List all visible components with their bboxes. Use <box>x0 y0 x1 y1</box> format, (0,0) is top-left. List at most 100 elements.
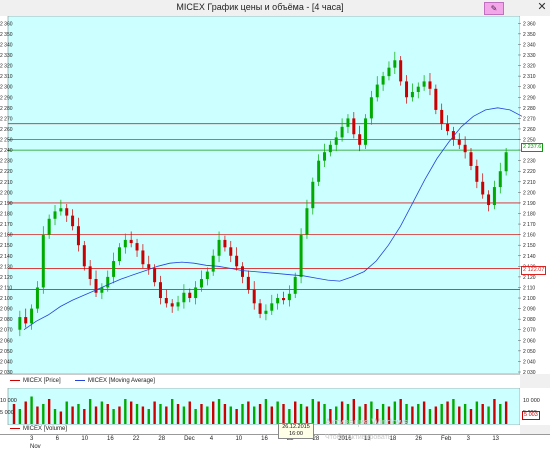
volume-bar <box>469 409 473 424</box>
time-tick-label: 16 <box>107 436 114 442</box>
volume-bar <box>417 404 420 424</box>
candle-body <box>229 247 233 256</box>
candle-body <box>364 118 368 145</box>
price-tick-left: 2 100 <box>0 296 13 302</box>
price-tick-left: 2 140 <box>0 254 13 260</box>
volume-bar <box>129 401 133 424</box>
legend-ma-label: MICEX [Moving Average] <box>88 378 155 384</box>
candle-body <box>428 81 432 89</box>
volume-bar <box>294 401 297 424</box>
price-tick-right: 2 030 <box>523 370 536 374</box>
price-tick-right: 2 280 <box>523 106 536 112</box>
time-tick-label: 10 <box>235 436 243 442</box>
candle-body <box>41 234 45 288</box>
pen-icon[interactable]: ✎ <box>484 2 504 15</box>
price-chart[interactable]: 2 360 2 350 2 340 2 330 2 320 2 310 2 300 2 290… <box>0 16 550 374</box>
price-tick-right: 2 300 <box>523 85 536 91</box>
price-tick-left: 2 210 <box>0 180 13 186</box>
price-tick-left: 2 180 <box>0 211 13 217</box>
close-icon[interactable]: ✕ <box>535 1 549 14</box>
candle-body <box>129 239 133 244</box>
tooltip-date: 26.12.2015 <box>282 424 310 430</box>
volume-chart[interactable]: 10 000 5 000 10 000 5 000 <box>0 388 550 425</box>
candle-body <box>416 86 420 92</box>
price-tick-right: 2 150 <box>523 243 536 249</box>
price-tick-right: 2 070 <box>523 328 536 334</box>
volume-bar <box>170 399 174 424</box>
volume-bar <box>282 404 285 424</box>
price-tick-right: 2 090 <box>523 307 536 313</box>
price-tick-right: 2 350 <box>523 32 536 38</box>
candle-body <box>235 255 239 267</box>
volume-bar <box>118 406 121 424</box>
price-tick-right: 2 100 <box>523 296 536 302</box>
candle-body <box>194 287 198 299</box>
price-tick-right: 2 360 <box>523 21 536 27</box>
candle-body <box>352 118 356 135</box>
activation-watermark-sub: Чтобы активировать <box>325 434 392 441</box>
price-tick-left: 2 230 <box>0 159 13 165</box>
volume-bar <box>135 404 139 424</box>
candle-body <box>217 239 221 256</box>
volume-bar <box>124 399 127 424</box>
candle-body <box>381 76 385 85</box>
candle-body <box>387 67 391 77</box>
price-tick-right: 2 050 <box>523 349 536 355</box>
price-tick-right: 2 210 <box>523 180 536 186</box>
candle-body <box>440 109 444 124</box>
price-tick-right: 2 140 <box>523 254 536 260</box>
legend-volume-label: MICEX [Volume] <box>23 426 68 432</box>
candle-body <box>246 276 250 290</box>
candle-body <box>252 289 256 304</box>
volume-bar <box>53 409 57 424</box>
volume-bar <box>18 409 22 424</box>
price-tick-left: 2 070 <box>0 328 13 334</box>
tooltip-time: 16:00 <box>289 431 303 437</box>
volume-bar <box>217 399 221 424</box>
volume-bar <box>241 404 244 424</box>
candle-body <box>457 139 461 145</box>
volume-current-tag: 5 003 <box>522 411 540 420</box>
volume-bar <box>270 406 273 424</box>
candle-body <box>205 271 209 280</box>
candle-body <box>123 239 127 248</box>
price-tick-left: 2 360 <box>0 21 13 27</box>
candle-body <box>323 152 327 161</box>
candle-body <box>141 250 145 265</box>
candle-body <box>65 208 69 216</box>
time-tick-label: 10 <box>81 436 89 442</box>
candle-body <box>211 255 215 272</box>
candle-body <box>358 134 362 145</box>
candle-body <box>164 298 168 304</box>
volume-bar <box>71 406 74 424</box>
price-tick-right: 2 290 <box>523 95 536 101</box>
price-tick-left: 2 350 <box>0 32 13 38</box>
candle-body <box>504 152 508 172</box>
candle-body <box>422 81 426 87</box>
volume-bar <box>452 399 455 424</box>
candle-body <box>282 298 286 301</box>
candle-body <box>287 293 291 301</box>
time-tick-label: 26 <box>415 436 422 442</box>
chart-legend: MICEX [Price] MICEX [Moving Average] <box>0 374 520 388</box>
volume-bar <box>288 409 291 424</box>
price-tick-left: 2 260 <box>0 127 13 133</box>
window-titlebar: MICEX График цены и объёма - [4 часа] ✎ … <box>0 0 550 17</box>
price-tick-right: 2 080 <box>523 317 536 323</box>
candle-body <box>53 211 57 219</box>
price-tick-right: 2 060 <box>523 338 536 344</box>
candle-body <box>30 308 34 324</box>
candle-body <box>135 243 139 251</box>
price-tick-left: 2 170 <box>0 222 13 228</box>
candle-body <box>158 282 162 299</box>
volume-bar <box>428 409 432 424</box>
candle-body <box>305 208 309 235</box>
volume-bar <box>499 404 502 424</box>
month-label-nov: Nov <box>30 444 41 450</box>
volume-bar <box>463 404 467 424</box>
volume-bar <box>182 406 186 424</box>
volume-bar <box>487 406 490 424</box>
volume-bar <box>165 406 168 424</box>
price-tick-left: 2 250 <box>0 138 13 144</box>
price-tick-right: 2 270 <box>523 116 536 122</box>
